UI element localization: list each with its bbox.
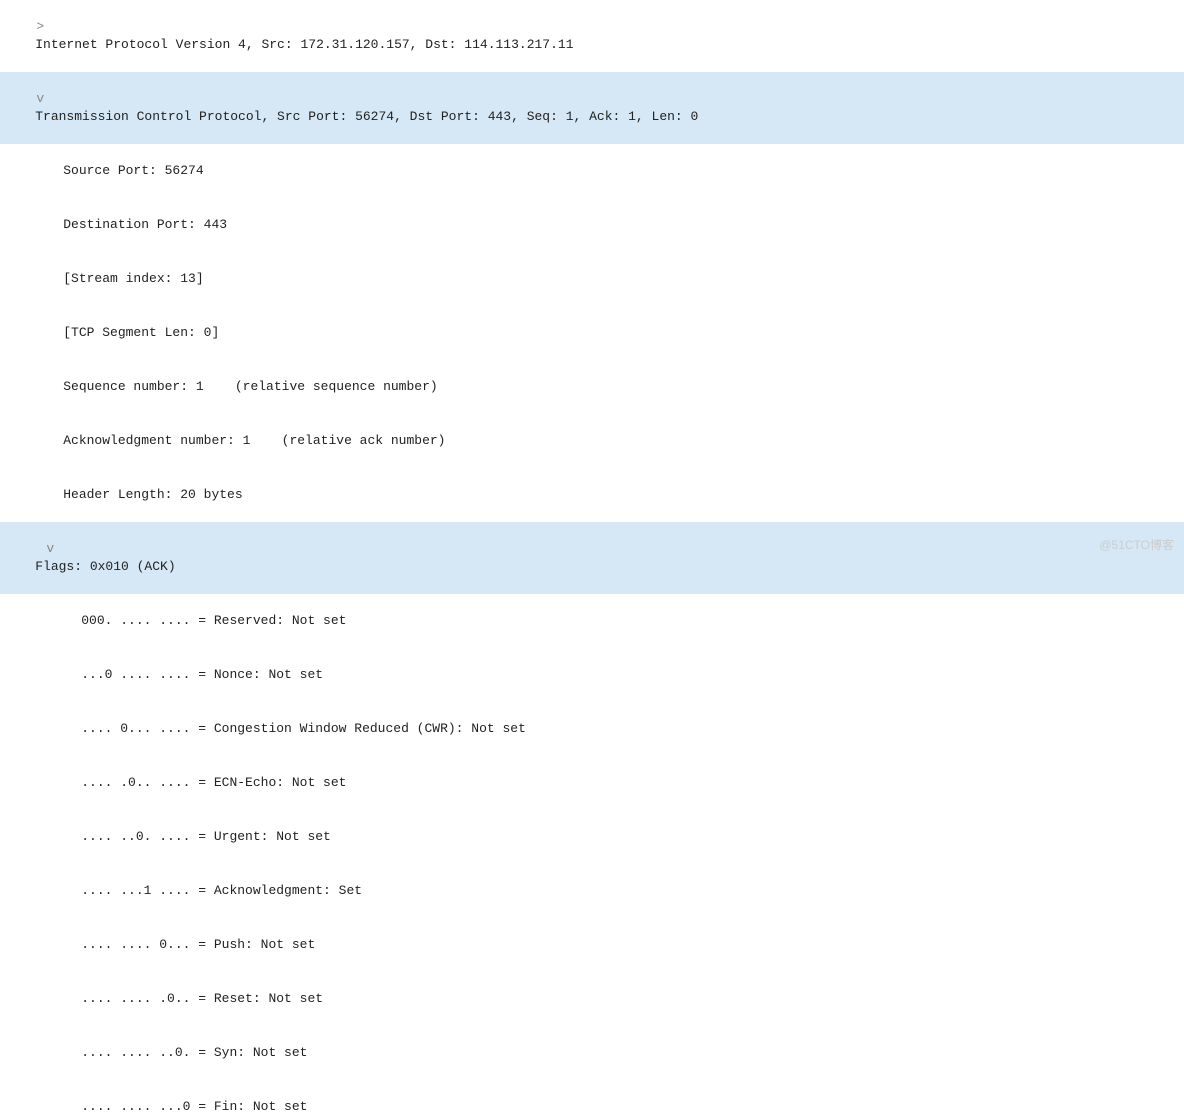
- flag-nonce[interactable]: ...0 .... .... = Nonce: Not set: [0, 648, 1184, 702]
- packet-details-tree: > Internet Protocol Version 4, Src: 172.…: [0, 0, 1184, 1120]
- chevron-down-icon[interactable]: v: [45, 540, 55, 558]
- tcp-header-row[interactable]: v Transmission Control Protocol, Src Por…: [0, 72, 1184, 144]
- flag-urgent[interactable]: .... ..0. .... = Urgent: Not set: [0, 810, 1184, 864]
- tcp-header-len[interactable]: Header Length: 20 bytes: [0, 468, 1184, 522]
- ip-header-text: Internet Protocol Version 4, Src: 172.31…: [35, 37, 573, 52]
- flag-ecn[interactable]: .... .0.. .... = ECN-Echo: Not set: [0, 756, 1184, 810]
- flag-reset[interactable]: .... .... .0.. = Reset: Not set: [0, 972, 1184, 1026]
- chevron-down-icon[interactable]: v: [35, 90, 45, 108]
- flag-syn[interactable]: .... .... ..0. = Syn: Not set: [0, 1026, 1184, 1080]
- tcp-src-port[interactable]: Source Port: 56274: [0, 144, 1184, 198]
- tcp-segment-len[interactable]: [TCP Segment Len: 0]: [0, 306, 1184, 360]
- flag-push[interactable]: .... .... 0... = Push: Not set: [0, 918, 1184, 972]
- ip-header-row[interactable]: > Internet Protocol Version 4, Src: 172.…: [0, 0, 1184, 72]
- tcp-ack-num[interactable]: Acknowledgment number: 1 (relative ack n…: [0, 414, 1184, 468]
- tcp-stream-index[interactable]: [Stream index: 13]: [0, 252, 1184, 306]
- tcp-flags-text: Flags: 0x010 (ACK): [35, 559, 175, 574]
- watermark: @51CTO博客: [1099, 536, 1174, 554]
- chevron-right-icon[interactable]: >: [35, 18, 45, 36]
- tcp-seq-num[interactable]: Sequence number: 1 (relative sequence nu…: [0, 360, 1184, 414]
- flag-fin[interactable]: .... .... ...0 = Fin: Not set: [0, 1080, 1184, 1120]
- flag-cwr[interactable]: .... 0... .... = Congestion Window Reduc…: [0, 702, 1184, 756]
- tcp-header-text: Transmission Control Protocol, Src Port:…: [35, 109, 698, 124]
- tcp-dst-port[interactable]: Destination Port: 443: [0, 198, 1184, 252]
- tcp-flags-row[interactable]: v Flags: 0x010 (ACK): [0, 522, 1184, 594]
- flag-ack[interactable]: .... ...1 .... = Acknowledgment: Set: [0, 864, 1184, 918]
- flag-reserved[interactable]: 000. .... .... = Reserved: Not set: [0, 594, 1184, 648]
